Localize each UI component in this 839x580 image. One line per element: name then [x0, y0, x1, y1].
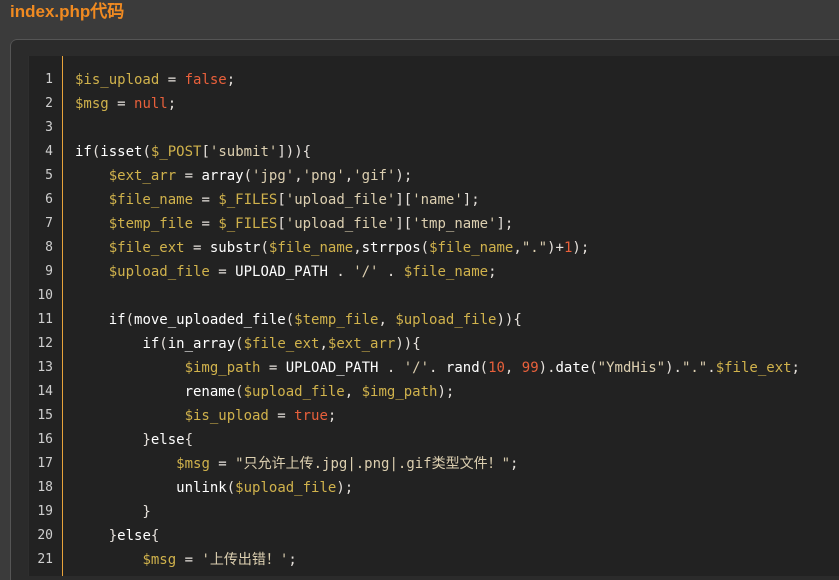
code-line: if(isset($_POST['submit'])){ [75, 144, 312, 160]
line-number: 5 [45, 168, 53, 183]
line-number: 18 [37, 480, 53, 495]
line-number: 16 [37, 432, 53, 447]
code-line: $msg = '上传出错！'; [142, 552, 297, 568]
code-line: if(move_uploaded_file($temp_file, $uploa… [108, 312, 522, 328]
code-line: if(in_array($file_ext,$ext_arr)){ [142, 336, 421, 352]
line-number: 19 [37, 504, 53, 519]
code-line: $file_ext = substr($file_name,strrpos($f… [108, 240, 590, 256]
line-number: 6 [45, 192, 53, 207]
page-header: index.php代码 [0, 0, 839, 40]
code-line: }else{ [75, 432, 194, 448]
code-line: $temp_file = $_FILES['upload_file']['tmp… [108, 216, 514, 232]
code-line: } [75, 504, 151, 520]
line-number: 4 [45, 144, 53, 159]
line-number: 7 [45, 216, 53, 231]
line-number: 10 [37, 288, 53, 303]
code-line: $msg = "只允许上传.jpg|.png|.gif类型文件！"; [176, 456, 519, 472]
code-line: rename($upload_file, $img_path); [184, 384, 455, 400]
line-number: 13 [37, 360, 53, 375]
code-line: $upload_file = UPLOAD_PATH . '/' . $file… [108, 264, 497, 280]
line-number: 2 [45, 96, 53, 111]
code-line: $file_name = $_FILES['upload_file']['nam… [108, 192, 480, 208]
line-number: 15 [37, 408, 53, 423]
line-number: 17 [37, 456, 53, 471]
line-number: 20 [37, 528, 53, 543]
line-number-gutter: 1 2 3 4 5 6 7 8 9 10 11 12 13 14 15 16 17 18 19 20 21 [29, 68, 65, 572]
code-line: $is_upload = false; [75, 72, 236, 88]
code-block: 1 2 3 4 5 6 7 8 9 10 11 12 13 14 15 16 17 18 19 20 21 $is_up… [11, 40, 839, 580]
line-number: 12 [37, 336, 53, 351]
line-number: 3 [45, 120, 53, 135]
line-number: 14 [37, 384, 53, 399]
code-line: $is_upload = true; [184, 408, 337, 424]
line-number: 8 [45, 240, 53, 255]
code-viewer[interactable]: 1 2 3 4 5 6 7 8 9 10 11 12 13 14 15 16 17 18 19 20 21 $is_up… [28, 56, 839, 576]
code-line: $msg = null; [75, 96, 177, 112]
code-line: $img_path = UPLOAD_PATH . '/'. rand(10, … [184, 360, 800, 376]
code-lines: $is_upload = false; $msg = null; if(isset(… [75, 68, 839, 572]
code-line: $ext_arr = array('jpg','png','gif'); [108, 168, 413, 184]
line-number: 9 [45, 264, 53, 279]
code-line: }else{ [75, 528, 160, 544]
line-number: 21 [37, 552, 53, 567]
page-title: index.php代码 [10, 2, 125, 21]
code-line: unlink($upload_file); [176, 480, 354, 496]
line-number: 1 [45, 72, 53, 87]
line-number: 11 [37, 312, 53, 327]
